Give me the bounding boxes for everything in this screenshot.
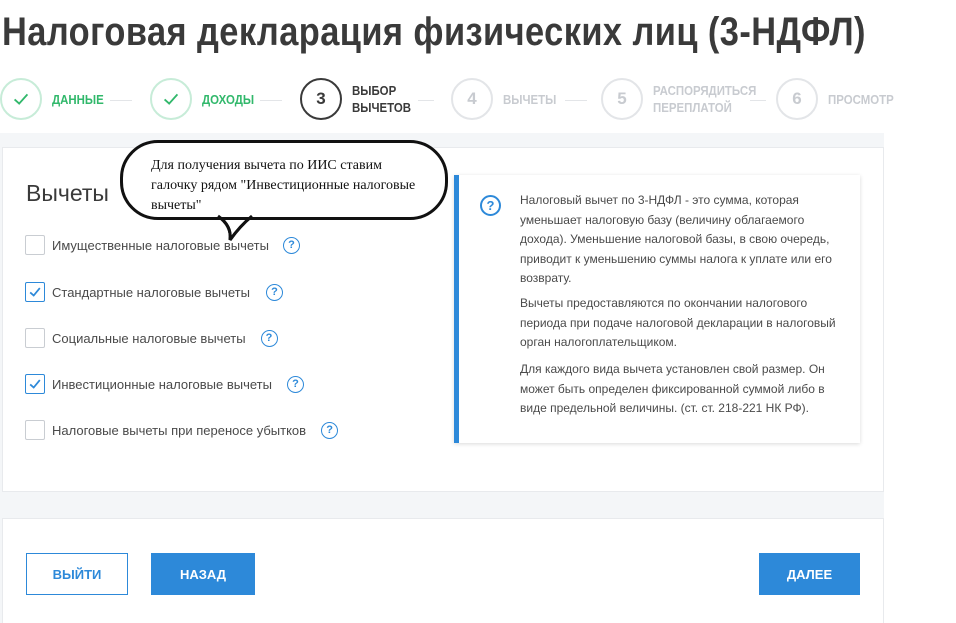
- step-number: 4: [451, 78, 493, 120]
- step-deductions[interactable]: 4 ВЫЧЕТЫ: [451, 78, 564, 120]
- question-circle-icon: ?: [480, 195, 501, 216]
- checkmark-icon: [13, 93, 29, 105]
- stepper-connector: [565, 100, 587, 101]
- step-select-deductions[interactable]: 3 ВЫБОР ВЫЧЕТОВ: [300, 78, 419, 120]
- annotation-callout: Для получения вычета по ИИС ставим галоч…: [120, 140, 448, 220]
- step-review[interactable]: 6 ПРОСМОТР: [776, 78, 903, 120]
- step-label-line2: ПЕРЕПЛАТОЙ: [653, 100, 732, 115]
- help-icon[interactable]: ?: [265, 283, 283, 301]
- step-label-line1: ВЫБОР: [352, 83, 397, 98]
- option-loss-carryforward[interactable]: Налоговые вычеты при переносе убытков ?: [25, 420, 339, 440]
- step-label: ВЫБОР ВЫЧЕТОВ: [352, 82, 411, 116]
- checkmark-icon: [29, 287, 41, 297]
- step-label: ПРОСМОТР: [828, 91, 894, 107]
- step-label: ДОХОДЫ: [202, 91, 255, 107]
- option-property[interactable]: Имущественные налоговые вычеты ?: [25, 235, 300, 255]
- step-number: 5: [601, 78, 643, 120]
- step-number: 3: [300, 78, 342, 120]
- info-paragraph: Вычеты предоставляются по окончании нало…: [520, 296, 836, 349]
- step-label-line1: РАСПОРЯДИТЬСЯ: [653, 83, 757, 98]
- checkmark-icon: [163, 93, 179, 105]
- option-label: Имущественные налоговые вычеты: [52, 237, 269, 253]
- info-panel: ? Налоговый вычет по 3-НДФЛ - это сумма,…: [454, 175, 860, 443]
- exit-button[interactable]: ВЫЙТИ: [26, 553, 128, 595]
- step-circle: [150, 78, 192, 120]
- step-number: 6: [776, 78, 818, 120]
- help-icon[interactable]: ?: [321, 421, 339, 439]
- checkbox-checked[interactable]: [25, 282, 45, 302]
- step-data[interactable]: ДАННЫЕ: [0, 78, 111, 120]
- actions-card: [2, 518, 884, 623]
- option-investment[interactable]: Инвестиционные налоговые вычеты ?: [25, 374, 304, 394]
- info-paragraph: Для каждого вида вычета установлен свой …: [520, 362, 825, 415]
- next-button[interactable]: ДАЛЕЕ: [759, 553, 860, 595]
- stepper-connector: [110, 100, 132, 101]
- section-title: Вычеты: [26, 180, 109, 206]
- help-icon[interactable]: ?: [260, 329, 278, 347]
- option-social[interactable]: Социальные налоговые вычеты ?: [25, 328, 278, 348]
- step-overpayment[interactable]: 5 РАСПОРЯДИТЬСЯ ПЕРЕПЛАТОЙ: [601, 78, 770, 120]
- step-income[interactable]: ДОХОДЫ: [150, 78, 261, 120]
- checkmark-icon: [29, 379, 41, 389]
- step-label-line2: ВЫЧЕТОВ: [352, 100, 412, 115]
- step-circle: [0, 78, 42, 120]
- help-icon[interactable]: ?: [282, 236, 300, 254]
- step-label: ДАННЫЕ: [52, 91, 104, 107]
- option-label: Социальные налоговые вычеты: [52, 330, 246, 346]
- checkbox[interactable]: [25, 328, 45, 348]
- checkbox[interactable]: [25, 420, 45, 440]
- step-label: ВЫЧЕТЫ: [503, 91, 557, 107]
- back-button[interactable]: НАЗАД: [151, 553, 255, 595]
- option-label: Инвестиционные налоговые вычеты: [52, 376, 272, 392]
- checkbox[interactable]: [25, 235, 45, 255]
- checkbox-checked[interactable]: [25, 374, 45, 394]
- option-label: Стандартные налоговые вычеты: [52, 284, 250, 300]
- step-label: РАСПОРЯДИТЬСЯ ПЕРЕПЛАТОЙ: [653, 82, 756, 116]
- option-standard[interactable]: Стандартные налоговые вычеты ?: [25, 282, 283, 302]
- page-title: Налоговая декларация физических лиц (3-Н…: [2, 10, 866, 54]
- help-icon[interactable]: ?: [286, 375, 304, 393]
- option-label: Налоговые вычеты при переносе убытков: [52, 422, 307, 438]
- stepper-connector: [418, 100, 434, 101]
- stepper-connector: [260, 100, 282, 101]
- info-paragraph: Налоговый вычет по 3-НДФЛ - это сумма, к…: [520, 193, 832, 285]
